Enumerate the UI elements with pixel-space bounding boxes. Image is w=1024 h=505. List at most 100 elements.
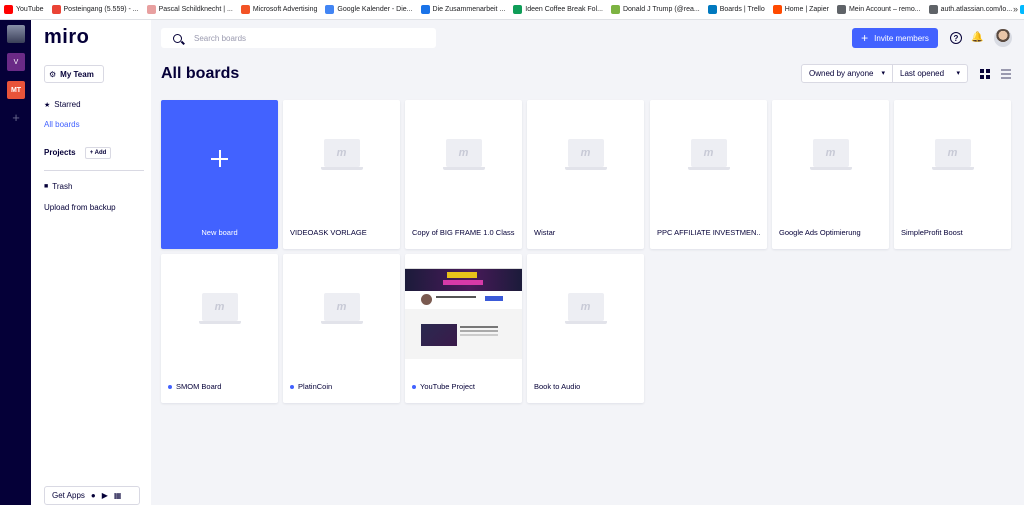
windows-icon: ▦ — [113, 491, 122, 500]
board-card[interactable]: m Wistar — [527, 100, 644, 249]
my-team-button[interactable]: ⚙ My Team — [44, 65, 104, 83]
board-card[interactable]: m SimpleProfit Boost — [894, 100, 1011, 249]
board-card[interactable]: m PPC AFFILIATE INVESTMEN... — [650, 100, 767, 249]
bookmark-label: Google Kalender - Die... — [337, 6, 413, 13]
board-thumbnail: m — [527, 254, 644, 359]
board-thumbnail: m — [894, 100, 1011, 205]
add-team-button[interactable]: + — [7, 108, 25, 126]
board-thumbnail: m — [650, 100, 767, 205]
trash-label: Trash — [52, 182, 73, 191]
bookmark-item[interactable]: Google Kalender - Die... — [325, 5, 413, 14]
bookmark-favicon-icon — [772, 5, 782, 14]
board-name: Copy of BIG FRAME 1.0 Class — [412, 228, 516, 237]
board-name: PlatinCoin — [290, 382, 394, 391]
board-card[interactable]: m VIDEOASK VORLAGE — [283, 100, 400, 249]
bookmark-favicon-icon — [325, 5, 335, 14]
bookmark-item[interactable]: Ideen Coffee Break Fol... — [513, 5, 603, 14]
bookmark-item[interactable]: Boards | Trello — [707, 5, 765, 14]
projects-heading: Projects — [44, 148, 76, 157]
starred-label: Starred — [54, 100, 81, 109]
trash-icon: ■ — [44, 183, 49, 190]
board-card[interactable]: m Google Ads Optimierung — [772, 100, 889, 249]
help-icon[interactable]: ? — [950, 32, 962, 44]
board-name: New board — [168, 228, 271, 237]
gear-icon: ⚙ — [49, 69, 57, 79]
miro-placeholder-icon: m — [687, 138, 730, 170]
get-apps-button[interactable]: Get Apps ● ▶ ▦ — [44, 486, 140, 505]
plus-icon: + — [861, 31, 869, 45]
bookmark-item[interactable]: Geld online überweise... — [1020, 5, 1024, 14]
bookmark-item[interactable]: Mein Account – remo... — [836, 5, 921, 14]
miro-placeholder-icon: m — [931, 138, 974, 170]
user-avatar[interactable] — [994, 29, 1012, 47]
board-card[interactable]: m Book to Audio — [527, 254, 644, 403]
miro-placeholder-icon: m — [442, 138, 485, 170]
board-card[interactable]: m PlatinCoin — [283, 254, 400, 403]
invite-members-button[interactable]: + Invite members — [852, 28, 938, 48]
board-name: SMOM Board — [168, 382, 272, 391]
board-card[interactable]: YouTube Project — [405, 254, 522, 403]
bookmark-label: Donald J Trump (@rea... — [622, 6, 700, 13]
miro-placeholder-icon: m — [809, 138, 852, 170]
board-name-label: PPC AFFILIATE INVESTMEN... — [657, 228, 761, 237]
bookmarks-overflow-icon[interactable]: » — [1013, 4, 1018, 14]
my-team-label: My Team — [60, 69, 94, 79]
bookmark-item[interactable]: YouTube — [4, 5, 44, 14]
invite-label: Invite members — [874, 33, 929, 43]
owner-filter-select[interactable]: Owned by anyone ▾ — [801, 64, 893, 83]
sort-select[interactable]: Last opened ▾ — [892, 64, 968, 83]
team-switch-v[interactable]: V — [7, 53, 25, 71]
bookmark-item[interactable]: Pascal Schildknecht | ... — [146, 5, 233, 14]
bookmark-favicon-icon — [610, 5, 620, 14]
google-play-icon: ▶ — [101, 491, 108, 500]
bookmark-item[interactable]: auth.atlassian.com/lo... — [928, 5, 1012, 14]
bookmark-favicon-icon — [1020, 5, 1024, 14]
search-box[interactable] — [161, 28, 436, 48]
board-name-label: VIDEOASK VORLAGE — [290, 228, 367, 237]
board-card[interactable]: m Copy of BIG FRAME 1.0 Class — [405, 100, 522, 249]
bookmark-item[interactable]: Donald J Trump (@rea... — [610, 5, 700, 14]
bookmark-label: Microsoft Advertising — [252, 6, 318, 13]
sidebar-item-starred[interactable]: ★ Starred — [44, 100, 81, 109]
team-switch-mt[interactable]: MT — [7, 81, 25, 99]
sidebar-item-all-boards[interactable]: All boards — [44, 120, 80, 129]
board-name-label: Book to Audio — [534, 382, 581, 391]
all-boards-label: All boards — [44, 120, 80, 129]
bookmark-favicon-icon — [513, 5, 523, 14]
board-thumbnail — [405, 264, 522, 359]
bookmark-item[interactable]: Die Zusammenarbeit ... — [420, 5, 506, 14]
grid-view-icon[interactable] — [980, 69, 990, 79]
board-name-label: Google Ads Optimierung — [779, 228, 861, 237]
list-view-icon[interactable] — [1001, 69, 1011, 79]
bookmark-item[interactable]: Microsoft Advertising — [240, 5, 318, 14]
profile-avatar[interactable] — [7, 25, 25, 43]
board-name-label: PlatinCoin — [298, 382, 333, 391]
miro-placeholder-icon: m — [198, 292, 241, 324]
board-name-label: YouTube Project — [420, 382, 475, 391]
sort-value: Last opened — [900, 69, 945, 78]
board-name-label: SMOM Board — [176, 382, 222, 391]
sidebar-divider — [44, 170, 144, 171]
bookmark-label: Die Zusammenarbeit ... — [432, 6, 506, 13]
board-card[interactable]: m SMOM Board — [161, 254, 278, 403]
bookmark-item[interactable]: Home | Zapier — [772, 5, 829, 14]
bookmark-favicon-icon — [51, 5, 61, 14]
add-project-button[interactable]: + Add — [85, 147, 111, 159]
board-name: YouTube Project — [412, 382, 516, 391]
board-name-label: Wistar — [534, 228, 556, 237]
bookmark-item[interactable]: Posteingang (5.559) - ... — [51, 5, 139, 14]
search-icon — [173, 33, 182, 43]
bookmark-label: Mein Account – remo... — [848, 6, 921, 13]
board-thumbnail: m — [405, 100, 522, 205]
board-thumbnail: m — [283, 100, 400, 205]
bookmark-label: Pascal Schildknecht | ... — [158, 6, 233, 13]
board-name: VIDEOASK VORLAGE — [290, 228, 394, 237]
new-board-card[interactable]: New board — [161, 100, 278, 249]
sidebar-item-trash[interactable]: ■ Trash — [44, 182, 72, 191]
sidebar-item-upload-backup[interactable]: Upload from backup — [44, 203, 116, 212]
miro-logo[interactable]: miro — [44, 26, 89, 49]
chevron-down-icon: ▾ — [956, 70, 960, 77]
team-rail: V MT + — [0, 20, 31, 505]
search-input[interactable] — [194, 33, 414, 43]
notifications-bell-icon[interactable]: 🔔 — [971, 32, 983, 44]
